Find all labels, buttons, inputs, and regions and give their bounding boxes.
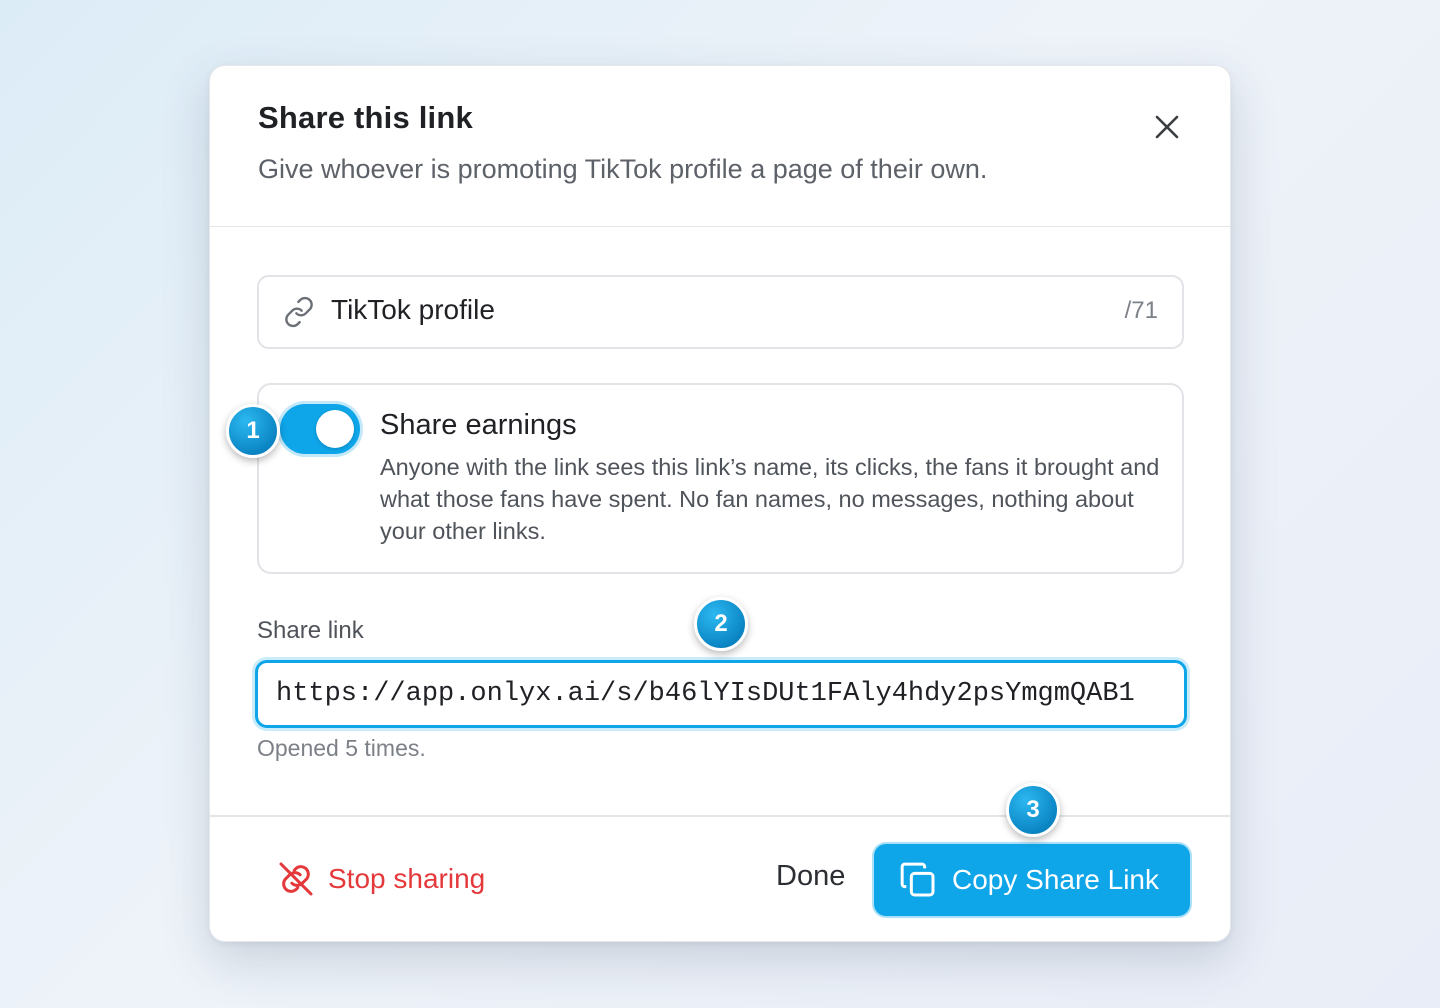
share-link-input[interactable] [255,660,1187,728]
close-icon [1155,115,1179,139]
share-earnings-card: Share earnings Anyone with the link sees… [257,383,1184,574]
opened-count-text: Opened 5 times. [257,735,426,761]
unlink-icon [276,859,316,899]
share-earnings-description: Anyone with the link sees this link’s na… [380,454,1160,544]
character-counter: /71 [1124,297,1158,324]
dialog-header: Share this link Give whoever is promotin… [210,66,1230,227]
step-badge-1: 1 [226,404,280,458]
link-name-value: TikTok profile [331,294,495,325]
link-name-field[interactable]: TikTok profile /71 [257,275,1184,349]
dialog-title: Share this link [258,100,473,135]
share-link-dialog: Share this link Give whoever is promotin… [209,65,1231,942]
copy-icon [898,860,938,900]
footer-divider [210,815,1230,817]
copy-share-link-button[interactable]: Copy Share Link [874,844,1190,916]
link-icon [283,296,315,328]
copy-share-link-label: Copy Share Link [952,864,1160,895]
step-badge-2: 2 [694,597,748,651]
stop-sharing-label: Stop sharing [328,863,486,894]
stop-sharing-button[interactable]: Stop sharing [276,859,485,899]
done-button[interactable]: Done [776,860,845,893]
share-link-label: Share link [257,617,364,644]
share-earnings-title: Share earnings [380,409,577,441]
close-button[interactable] [1152,112,1182,142]
toggle-knob [316,410,354,448]
share-earnings-toggle[interactable] [280,404,360,454]
dialog-subtitle: Give whoever is promoting TikTok profile… [258,154,988,184]
step-badge-3: 3 [1006,783,1060,837]
